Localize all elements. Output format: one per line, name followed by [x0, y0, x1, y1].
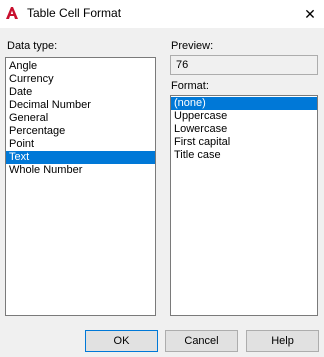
format-label: Format: [171, 80, 209, 92]
format-item[interactable]: Uppercase [171, 110, 317, 123]
ok-button[interactable]: OK [85, 330, 158, 352]
data-type-item[interactable]: Whole Number [6, 164, 155, 177]
format-item[interactable]: Lowercase [171, 123, 317, 136]
preview-box: 76 [170, 55, 318, 75]
data-type-item[interactable]: Currency [6, 73, 155, 86]
help-button[interactable]: Help [246, 330, 319, 352]
dialog-body: Data type: Angle Currency Date Decimal N… [0, 28, 324, 357]
format-item-selected[interactable]: (none) [171, 97, 317, 110]
data-type-item[interactable]: General [6, 112, 155, 125]
data-type-item[interactable]: Angle [6, 60, 155, 73]
cancel-button[interactable]: Cancel [165, 330, 238, 352]
data-type-item[interactable]: Date [6, 86, 155, 99]
close-icon[interactable]: ✕ [296, 0, 324, 28]
data-type-item[interactable]: Point [6, 138, 155, 151]
title-bar: Table Cell Format ✕ [0, 0, 324, 28]
autocad-a-icon [6, 7, 18, 19]
window-title: Table Cell Format [27, 6, 122, 20]
preview-label: Preview: [171, 40, 214, 52]
data-type-listbox[interactable]: Angle Currency Date Decimal Number Gener… [5, 57, 156, 316]
format-listbox[interactable]: (none) Uppercase Lowercase First capital… [170, 95, 318, 316]
data-type-item-selected[interactable]: Text [6, 151, 155, 164]
format-item[interactable]: First capital [171, 136, 317, 149]
data-type-label: Data type: [7, 40, 58, 52]
format-item[interactable]: Title case [171, 149, 317, 162]
data-type-item[interactable]: Decimal Number [6, 99, 155, 112]
data-type-item[interactable]: Percentage [6, 125, 155, 138]
